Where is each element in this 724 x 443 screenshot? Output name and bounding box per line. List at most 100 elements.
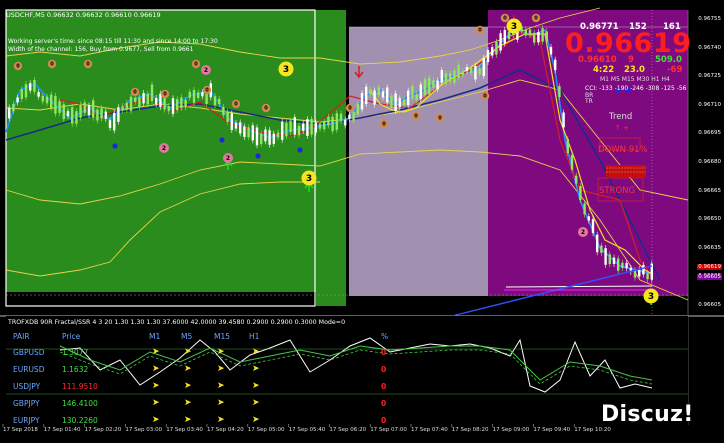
price-axis-label: 0.96725 <box>697 73 722 80</box>
low-points: 9 <box>628 55 634 65</box>
price-axis-label: 0.96680 <box>697 159 722 165</box>
current-price-label: 0.96619 <box>697 264 722 270</box>
channel-width-info: Width of the channel: 156, Buy from 0.96… <box>8 46 194 53</box>
yellow-three-marker-label: 3 <box>306 174 312 184</box>
change-value: -69 <box>667 65 683 75</box>
time-axis-label: 17 Sep 10:20 <box>574 427 611 433</box>
down-percent: DOWN 91% <box>598 145 648 155</box>
time-axis-label: 17 Sep 09:00 <box>492 427 530 433</box>
orange-zero-marker-label: 0 <box>478 28 482 34</box>
tr-label: TR <box>585 98 593 105</box>
sub-window-title: TROFXDB 90R Fractal/SSR 4 3 20 1.30 1.30… <box>8 319 346 326</box>
orange-zero-marker-label: 0 <box>205 88 209 94</box>
trend-arrow-icon: ➤ <box>217 364 225 374</box>
strength-label: STRONG <box>599 186 636 196</box>
orange-zero-marker-label: 0 <box>86 62 90 68</box>
time-axis-label: 17 Sep 01:40 <box>43 427 81 433</box>
pink-two-marker-label: 2 <box>204 67 208 74</box>
blue-dot-marker <box>297 147 303 153</box>
pink-two-marker-label: 2 <box>226 155 230 162</box>
pair-name: EURUSD <box>13 365 45 374</box>
pair-name: EURJPY <box>13 416 40 425</box>
time-axis-label: 17 Sep 04:20 <box>207 427 244 433</box>
orange-zero-marker-label: 0 <box>483 94 487 100</box>
time-axis-label: 17 Sep 02:20 <box>84 427 122 433</box>
cci-values: CCI: -133 -190 -246 -308 -125 -56 <box>585 85 687 92</box>
watermark: Discuz! <box>601 402 694 427</box>
time-axis-label: 17 Sep 05:40 <box>288 427 326 433</box>
trend-arrow-icon: ➤ <box>252 415 260 425</box>
price-axis-label: 0.96635 <box>697 244 722 251</box>
time-axis-label: 17 Sep 03:00 <box>125 427 163 433</box>
price-axis-label: 0.96695 <box>697 130 722 137</box>
trend-arrow-icon: ➤ <box>252 381 260 391</box>
blue-dot-marker <box>255 153 261 159</box>
orange-zero-marker-label: 0 <box>438 116 442 122</box>
trend-arrow-icon: ➤ <box>152 398 160 408</box>
header-price: Price <box>62 332 81 341</box>
time-axis-label: 17 Sep 03:40 <box>166 427 203 433</box>
trend-arrow-icon: ➤ <box>184 381 192 391</box>
trend-arrow-icon: ➤ <box>184 364 192 374</box>
timeframe-labels: M1 M5 M15 M30 H1 H4 <box>600 76 670 83</box>
header-m15: M15 <box>214 332 231 341</box>
orange-zero-marker-label: 0 <box>503 16 507 22</box>
orange-zero-marker-label: 0 <box>133 90 137 96</box>
trend-arrow-icon: ➤ <box>217 398 225 408</box>
trend-arrow-icon: ➤ <box>152 381 160 391</box>
price-axis-label: 0.96650 <box>697 216 722 223</box>
orange-zero-marker-label: 0 <box>163 92 167 98</box>
pair-percent: 0 <box>381 365 387 374</box>
price-axis-label: 0.96755 <box>697 16 722 22</box>
orange-zero-marker-label: 0 <box>382 122 386 128</box>
time-axis-label: 17 Sep 09:40 <box>533 427 571 433</box>
blue-dot-marker <box>112 143 118 149</box>
orange-zero-marker-label: 0 <box>194 62 198 68</box>
time-axis-label: 17 Sep 08:20 <box>451 427 489 433</box>
pink-two-marker-label: 2 <box>581 229 585 236</box>
zone-gap <box>6 292 316 306</box>
pair-price: 1.3077 <box>62 348 89 357</box>
header-m5: M5 <box>181 332 193 341</box>
yellow-three-marker-label: 3 <box>283 65 289 75</box>
trading-chart[interactable]: 0 0 00 00000 000 0000 022223333 <box>0 0 724 443</box>
price-axis-label: 0.96710 <box>697 101 722 108</box>
time-axis-label: 17 Sep 05:00 <box>247 427 285 433</box>
pair-percent: 0 <box>381 382 387 391</box>
spread-value: 23.0 <box>624 65 645 75</box>
pair-percent: 0 <box>381 416 387 425</box>
session-zone-green <box>6 10 346 306</box>
low-count: 509.0 <box>655 55 682 65</box>
orange-zero-marker-label: 0 <box>414 114 418 120</box>
pair-name: GBPUSD <box>13 348 45 357</box>
trend-arrow-icon: ➤ <box>152 364 160 374</box>
trend-arrow-icon: ➤ <box>252 364 260 374</box>
time-axis-label: 17 Sep 07:00 <box>370 427 407 433</box>
trend-symbols: ↑ + <box>615 124 629 132</box>
header-h1: H1 <box>249 332 260 341</box>
orange-zero-marker-label: 0 <box>234 102 238 108</box>
trend-arrow-icon: ➤ <box>184 415 192 425</box>
orange-zero-marker-label: 0 <box>534 16 538 22</box>
pair-name: GBPJPY <box>13 399 40 408</box>
price-axis-label: 0.96740 <box>697 44 722 51</box>
orange-zero-marker-label: 0 <box>264 106 268 112</box>
orange-zero-marker-label: 0 <box>50 62 54 68</box>
trend-arrow-icon: ➤ <box>252 398 260 408</box>
trend-arrow-icon: ➤ <box>217 347 225 357</box>
pair-price: 146.4100 <box>62 399 98 408</box>
trend-arrow-icon: ➤ <box>152 347 160 357</box>
blue-dot-marker <box>219 137 225 143</box>
header-percent: % <box>381 332 389 341</box>
trend-arrow-icon: ➤ <box>152 415 160 425</box>
big-current-price: 0.96619 <box>565 28 692 59</box>
yellow-three-marker-label: 3 <box>511 22 517 32</box>
trend-arrow-icon: ➤ <box>217 381 225 391</box>
pair-price: 111.9510 <box>62 382 98 391</box>
price-line-label: 0.96605 <box>697 274 722 280</box>
pair-percent: 0 <box>381 399 387 408</box>
trend-arrow-icon: ➤ <box>217 415 225 425</box>
trend-arrow-icon: ➤ <box>184 398 192 408</box>
window-title: USDCHF,M5 0.96632 0.96632 0.96610 0.9661… <box>6 11 161 19</box>
time-axis-label: 17 Sep 07:40 <box>411 427 448 433</box>
